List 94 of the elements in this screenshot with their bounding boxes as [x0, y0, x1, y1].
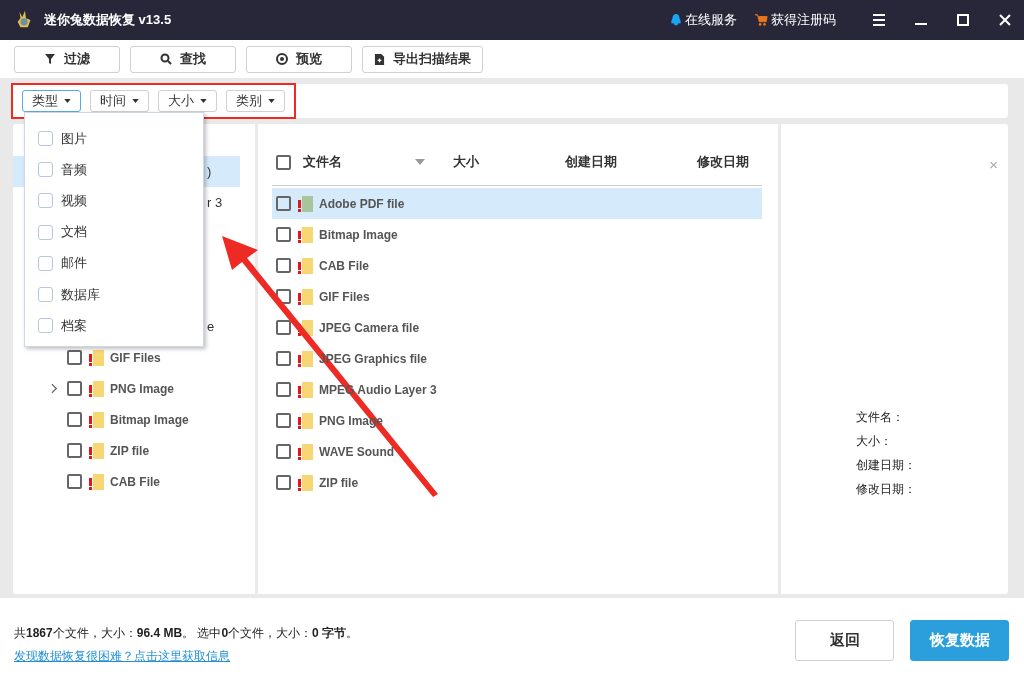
folder-warning-icon — [88, 472, 104, 491]
preview-button[interactable]: 预览 — [246, 45, 352, 73]
checkbox[interactable] — [38, 131, 53, 147]
service-link[interactable]: 在线服务 — [669, 11, 737, 29]
menu-item[interactable]: 数据库 — [61, 285, 100, 304]
file-name[interactable]: CAB File — [319, 258, 369, 273]
tree-item-label[interactable]: r 3 — [207, 195, 223, 210]
filter-icon — [44, 53, 56, 65]
checkbox[interactable] — [276, 196, 291, 211]
caret-icon — [132, 99, 139, 103]
checkbox[interactable] — [38, 318, 53, 334]
file-warning-icon — [297, 256, 313, 275]
register-link[interactable]: 获得注册码 — [753, 11, 836, 29]
file-name[interactable]: Bitmap Image — [319, 227, 398, 242]
filter-dropdown[interactable]: 大小 — [158, 90, 217, 112]
tree-item-label[interactable]: GIF Files — [110, 350, 161, 365]
help-link[interactable]: 发现数据恢复很困难？点击这里获取信息 — [14, 647, 359, 665]
filter-dropdown[interactable]: 时间 — [90, 90, 149, 112]
file-warning-icon — [297, 442, 313, 461]
file-name[interactable]: ZIP file — [319, 475, 359, 490]
checkbox[interactable] — [38, 193, 53, 209]
filter-dropdown[interactable]: 类型 — [22, 90, 81, 112]
checkbox[interactable] — [67, 381, 82, 396]
file-warning-icon — [297, 287, 313, 306]
file-name[interactable]: Adobe PDF file — [319, 196, 405, 211]
column-header[interactable]: 大小 — [453, 153, 565, 171]
checkbox[interactable] — [276, 475, 291, 490]
file-warning-icon — [297, 349, 313, 368]
sort-icon[interactable] — [415, 159, 425, 165]
filter-button[interactable]: 过滤 — [14, 45, 120, 73]
checkbox[interactable] — [67, 412, 82, 427]
eye-icon — [276, 53, 288, 65]
tree-item-label[interactable]: ) — [207, 164, 212, 179]
column-header[interactable]: 修改日期 — [697, 153, 749, 171]
file-warning-icon — [297, 380, 313, 399]
tree-item-label[interactable]: Bitmap Image — [110, 412, 189, 427]
column-header[interactable]: 创建日期 — [565, 153, 697, 171]
folder-warning-icon — [88, 410, 104, 429]
checkbox[interactable] — [67, 443, 82, 458]
checkbox[interactable] — [276, 351, 291, 366]
window-title: 迷你兔数据恢复 v13.5 — [44, 11, 172, 29]
close-icon[interactable] — [998, 13, 1012, 27]
caret-icon — [64, 99, 71, 103]
checkbox[interactable] — [276, 413, 291, 428]
file-warning-icon — [297, 411, 313, 430]
maximize-icon[interactable] — [956, 13, 970, 27]
chevron-icon[interactable] — [51, 383, 58, 394]
checkbox[interactable] — [276, 382, 291, 397]
checkbox[interactable] — [276, 227, 291, 242]
select-all-checkbox[interactable] — [276, 154, 291, 170]
menu-item[interactable]: 图片 — [61, 129, 87, 148]
menu-item[interactable]: 档案 — [61, 316, 87, 335]
checkbox[interactable] — [38, 287, 53, 303]
caret-icon — [268, 99, 275, 103]
search-icon — [160, 53, 172, 65]
file-name[interactable]: GIF Files — [319, 289, 370, 304]
menu-item[interactable]: 音频 — [61, 160, 87, 179]
folder-warning-icon — [88, 379, 104, 398]
tree-item-label[interactable]: PNG Image — [110, 381, 175, 396]
column-header[interactable]: 文件名 — [303, 153, 415, 171]
file-warning-icon — [297, 225, 313, 244]
menu-item[interactable]: 文档 — [61, 223, 87, 242]
filter-dropdown[interactable]: 类别 — [226, 90, 285, 112]
checkbox[interactable] — [276, 258, 291, 273]
penguin-icon[interactable] — [669, 12, 683, 28]
checkbox[interactable] — [276, 444, 291, 459]
cart-icon[interactable] — [753, 13, 769, 27]
tree-item-label[interactable]: ZIP file — [110, 443, 150, 458]
back-button[interactable]: 返回 — [795, 620, 894, 661]
checkbox[interactable] — [38, 255, 53, 271]
tree-item-label[interactable]: e — [207, 319, 215, 334]
search-button[interactable]: 查找 — [130, 45, 236, 73]
checkbox[interactable] — [38, 162, 53, 178]
menu-item[interactable]: 邮件 — [61, 254, 87, 273]
detail-label: 修改日期： — [856, 481, 917, 498]
checkbox[interactable] — [67, 474, 82, 489]
caret-icon — [200, 99, 207, 103]
document-icon — [374, 52, 385, 66]
detail-label: 文件名： — [856, 409, 905, 426]
file-warning-icon — [297, 473, 313, 492]
menu-icon[interactable] — [872, 13, 886, 27]
checkbox[interactable] — [38, 224, 53, 240]
checkbox[interactable] — [67, 350, 82, 365]
export-button[interactable]: 导出扫描结果 — [362, 45, 483, 73]
file-name[interactable]: WAVE Sound — [319, 444, 395, 459]
detail-label: 创建日期： — [856, 457, 917, 474]
folder-warning-icon — [88, 348, 104, 367]
menu-item[interactable]: 视频 — [61, 191, 87, 210]
tree-item-label[interactable]: CAB File — [110, 474, 160, 489]
detail-label: 大小： — [856, 433, 893, 450]
summary-text: 共1867个文件，大小：96.4 MB。 选中0个文件，大小：0 字节。 — [14, 624, 359, 642]
folder-warning-icon — [88, 441, 104, 460]
file-name[interactable]: JPEG Camera file — [319, 320, 420, 335]
file-warning-icon — [297, 194, 313, 213]
